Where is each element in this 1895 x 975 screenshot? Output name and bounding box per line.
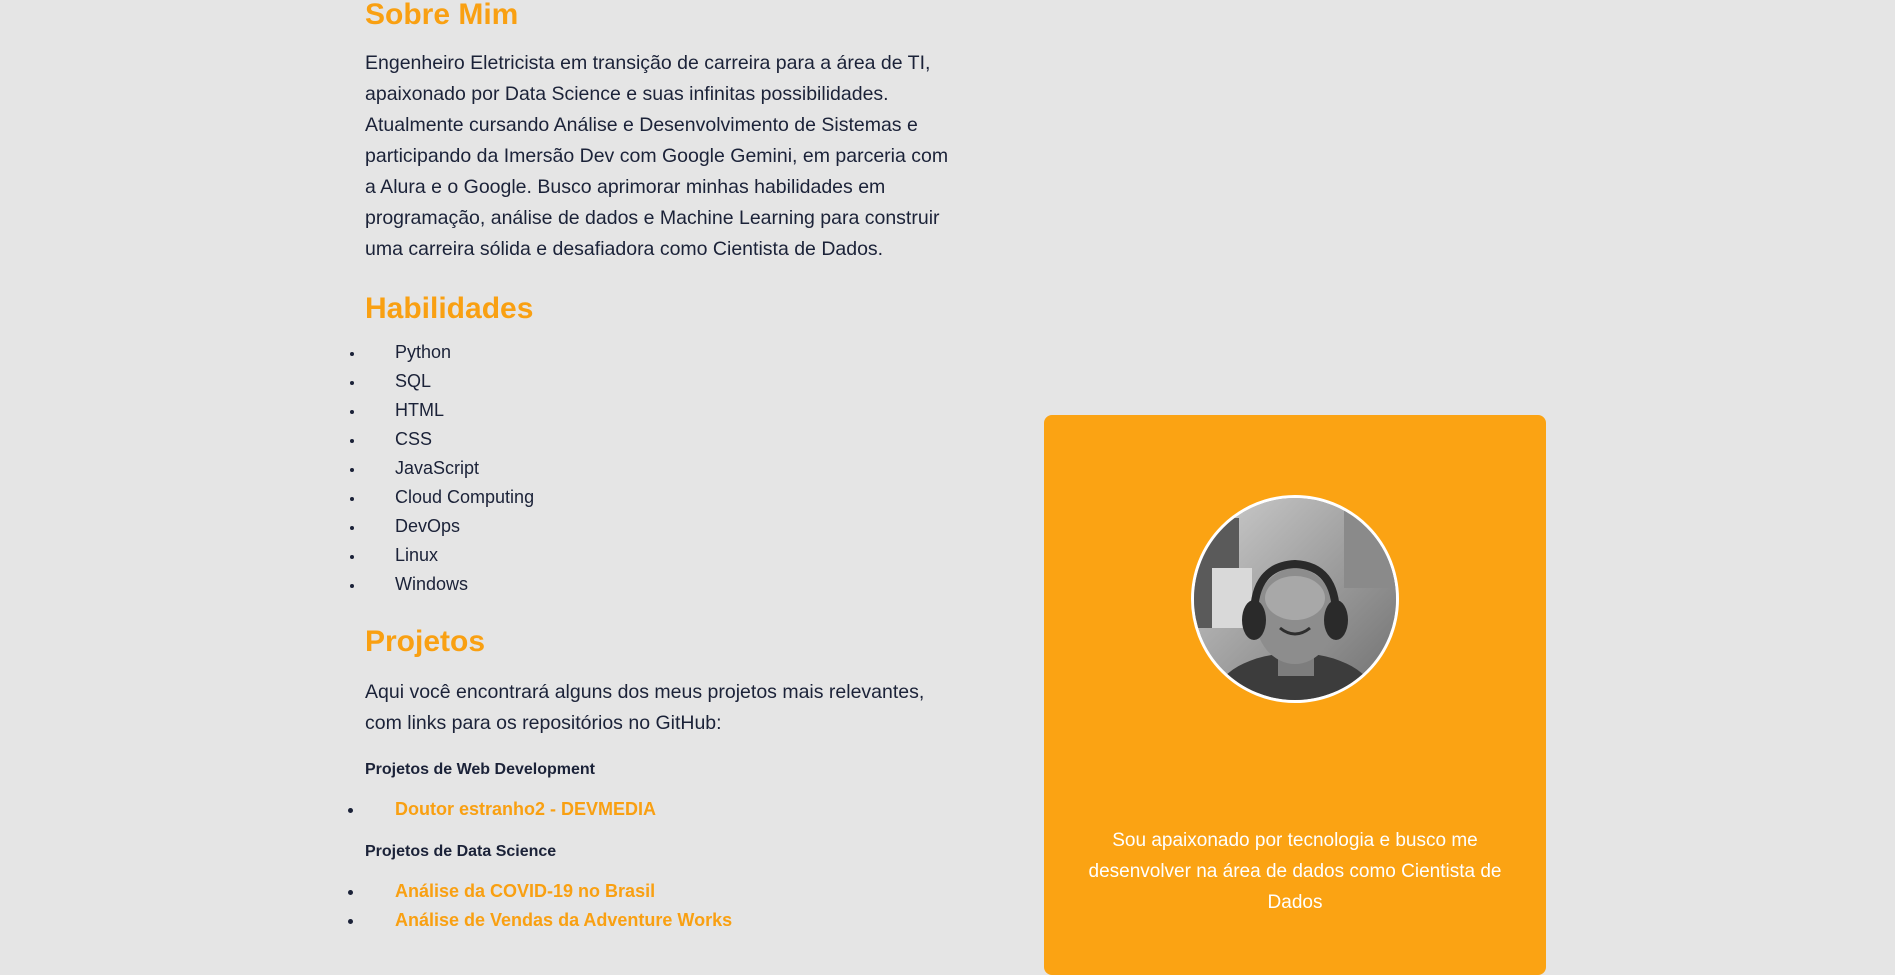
projects-intro: Aqui você encontrará alguns dos meus pro… (365, 681, 925, 734)
list-item: Análise da COVID-19 no Brasil (365, 877, 732, 906)
web-projects-title: Projetos de Web Development (365, 761, 595, 778)
data-projects-title: Projetos de Data Science (365, 843, 557, 860)
list-item: Análise de Vendas da Adventure Works (365, 906, 732, 935)
skills-title: Habilidades (365, 292, 534, 325)
avatar-photo (1194, 498, 1396, 700)
project-link-adventure-works[interactable]: Análise de Vendas da Adventure Works (395, 910, 732, 930)
skill-item: Windows (365, 570, 534, 599)
list-item: Doutor estranho2 - DEVMEDIA (365, 795, 656, 824)
projects-title: Projetos (365, 625, 486, 658)
skill-item: Linux (365, 541, 534, 570)
skill-item: CSS (365, 425, 534, 454)
card-text: Sou apaixonado por tecnologia e busco me… (1088, 830, 1502, 913)
skill-item: JavaScript (365, 454, 534, 483)
about-title: Sobre Mim (365, 0, 519, 31)
skill-item: Cloud Computing (365, 483, 534, 512)
data-projects-list: Análise da COVID-19 no Brasil Análise de… (348, 877, 732, 935)
skill-item: Python (365, 338, 534, 367)
skill-item: SQL (365, 367, 534, 396)
web-projects-list: Doutor estranho2 - DEVMEDIA (348, 795, 656, 824)
project-link-doutor-estranho[interactable]: Doutor estranho2 - DEVMEDIA (395, 799, 656, 819)
avatar (1191, 495, 1399, 703)
skill-item: DevOps (365, 512, 534, 541)
skill-item: HTML (365, 396, 534, 425)
project-link-covid[interactable]: Análise da COVID-19 no Brasil (395, 881, 655, 901)
profile-card: Sou apaixonado por tecnologia e busco me… (1044, 415, 1546, 975)
skills-list: Python SQL HTML CSS JavaScript Cloud Com… (348, 338, 534, 599)
about-text: Engenheiro Eletricista em transição de c… (365, 52, 949, 260)
